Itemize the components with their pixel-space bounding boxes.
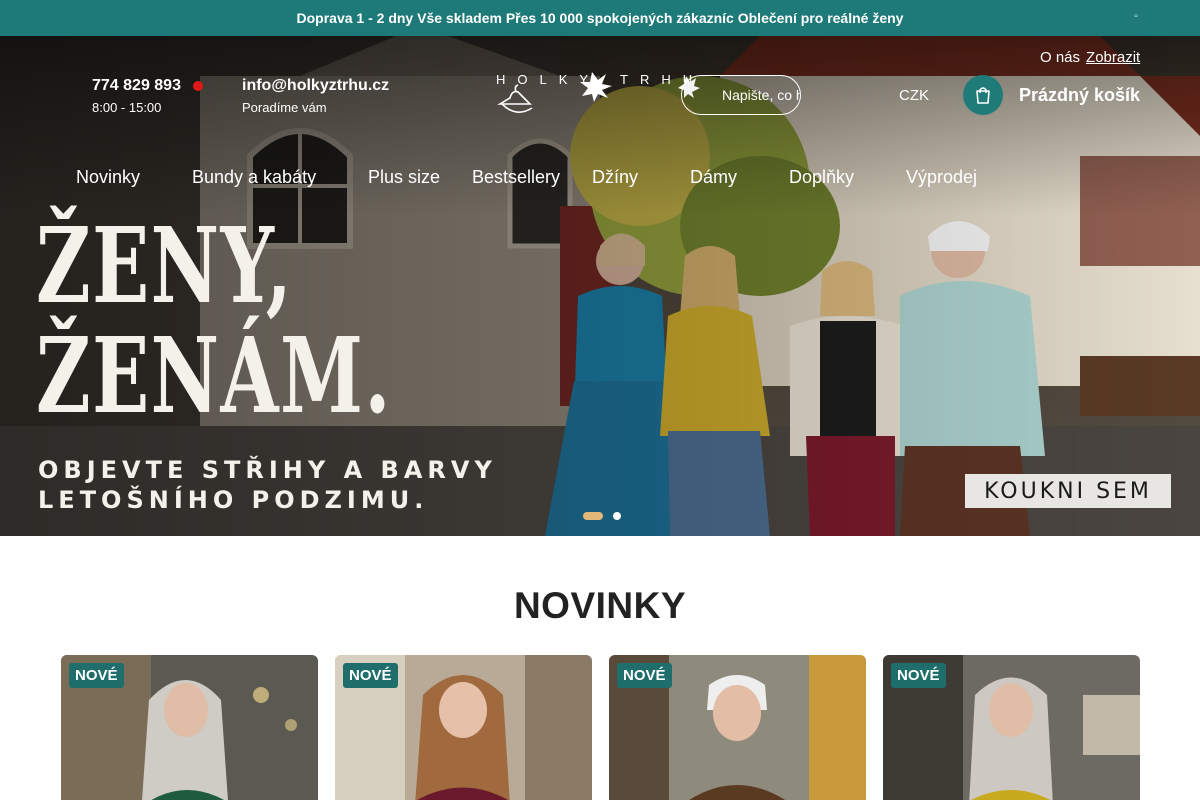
new-badge: NOVÉ bbox=[617, 663, 672, 688]
section-title: NOVINKY bbox=[513, 585, 687, 626]
about-label: O nás bbox=[1040, 49, 1081, 66]
product-card[interactable]: NOVÉ bbox=[609, 655, 866, 800]
logo-graphic: HOLKY TRHU bbox=[496, 72, 700, 113]
product-card[interactable]: NOVÉ bbox=[335, 655, 592, 800]
nav-item-bundy-a-kabaty[interactable]: Bundy a kabáty bbox=[192, 167, 316, 188]
slider-pagination bbox=[583, 512, 621, 520]
close-icon[interactable]: ▫ bbox=[1130, 10, 1142, 24]
new-badge: NOVÉ bbox=[343, 663, 398, 688]
nav-item-bestsellery[interactable]: Bestsellery bbox=[472, 167, 560, 188]
about-block: O nás Zobrazit bbox=[1040, 49, 1140, 66]
product-card[interactable]: NOVÉ bbox=[883, 655, 1140, 800]
hero-line-2: ŽENÁM. bbox=[36, 314, 392, 437]
announcement-text: Doprava 1 - 2 dny Vše skladem Přes 10 00… bbox=[296, 10, 904, 26]
hero-subtitle-2: LETOŠNÍHO PODZIMU. bbox=[38, 486, 429, 514]
hero-cta-button[interactable]: KOUKNI SEM bbox=[965, 474, 1171, 508]
about-link[interactable]: Zobrazit bbox=[1086, 49, 1140, 66]
nav-item-vyprodej[interactable]: Výprodej bbox=[906, 167, 977, 188]
nav-item-doplnky[interactable]: Doplňky bbox=[789, 167, 854, 188]
new-badge: NOVÉ bbox=[69, 663, 124, 688]
product-card[interactable]: NOVÉ bbox=[61, 655, 318, 800]
phone-contact[interactable]: 774 829 893 8:00 - 15:00 bbox=[92, 77, 203, 115]
announcement-bar: Doprava 1 - 2 dny Vše skladem Přes 10 00… bbox=[0, 0, 1200, 36]
email-subtitle: Poradíme vám bbox=[242, 100, 327, 115]
phone-number[interactable]: 774 829 893 bbox=[92, 77, 181, 95]
slide-dot-1[interactable] bbox=[583, 512, 603, 520]
search-input[interactable] bbox=[681, 75, 801, 115]
shopping-bag-icon bbox=[976, 87, 990, 104]
currency-selector[interactable]: CZK bbox=[899, 87, 929, 104]
opening-hours: 8:00 - 15:00 bbox=[92, 100, 162, 115]
main-navigation: Novinky Bundy a kabáty Plus size Bestsel… bbox=[0, 167, 1200, 191]
nav-item-dziny[interactable]: Džíny bbox=[592, 167, 638, 188]
nav-item-plus-size[interactable]: Plus size bbox=[368, 167, 440, 188]
hero-headline: ŽENY, ŽENÁM. bbox=[36, 214, 530, 428]
slide-dot-2[interactable] bbox=[613, 512, 621, 520]
email-contact[interactable]: info@holkyztrhu.cz Poradíme vám bbox=[242, 77, 389, 115]
hero-line-1: ŽENY, bbox=[36, 204, 294, 327]
status-dot bbox=[193, 81, 203, 91]
hero-subtitle-1: OBJEVTE STŘIHY A BARVY bbox=[38, 456, 497, 484]
nav-item-damy[interactable]: Dámy bbox=[690, 167, 737, 188]
site-logo[interactable]: HOLKY TRHU bbox=[496, 68, 706, 116]
new-badge: NOVÉ bbox=[891, 663, 946, 688]
cart-button[interactable] bbox=[963, 75, 1003, 115]
email-address[interactable]: info@holkyztrhu.cz bbox=[242, 77, 389, 95]
cart-label[interactable]: Prázdný košík bbox=[1019, 85, 1140, 106]
nav-item-novinky[interactable]: Novinky bbox=[76, 167, 140, 188]
